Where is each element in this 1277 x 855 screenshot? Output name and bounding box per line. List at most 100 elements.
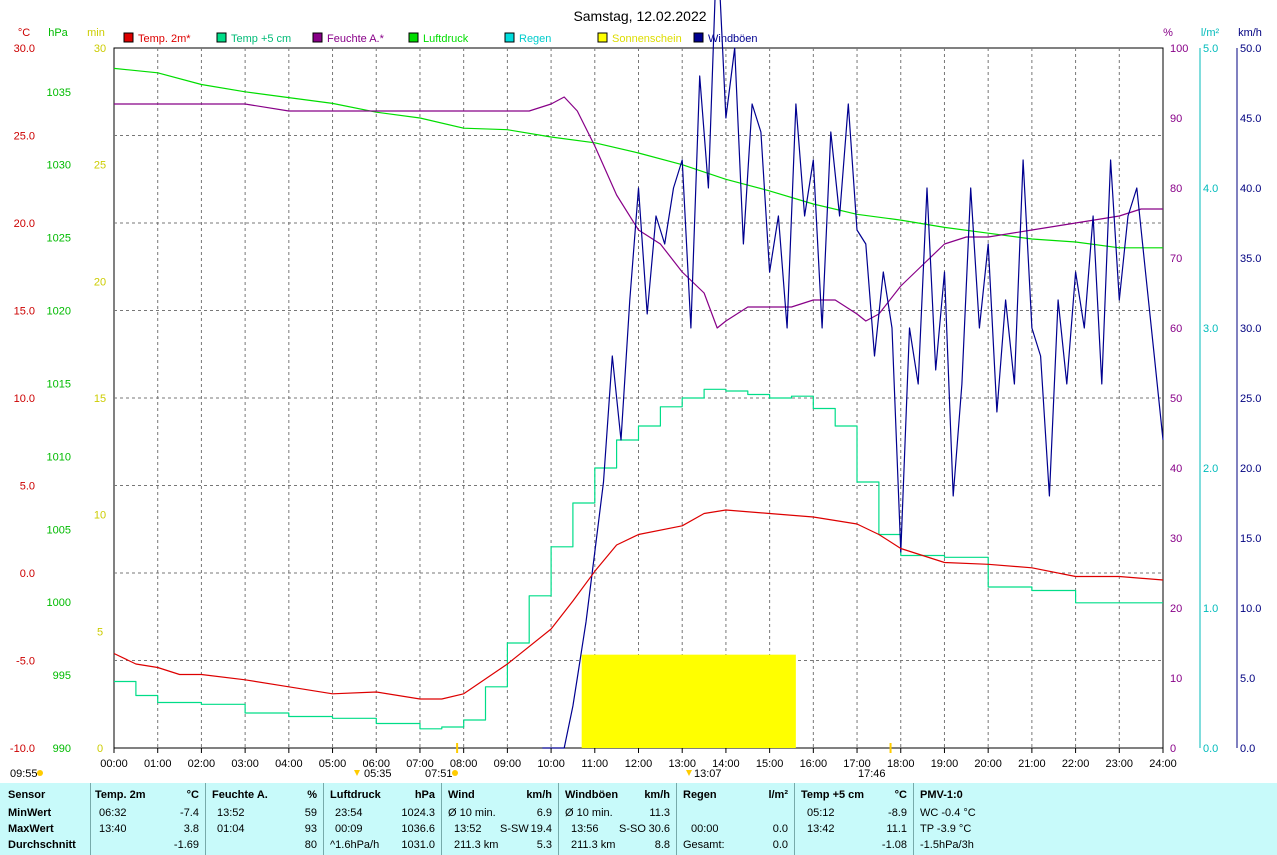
gust-max-time: 13:56 bbox=[571, 823, 599, 835]
wind-axis-tick-label: 5.0 bbox=[1240, 673, 1255, 685]
time-axis-label: 09:00 bbox=[494, 758, 522, 770]
row-label-max: MaxWert bbox=[8, 823, 54, 835]
gust-max-dir: S-SO bbox=[619, 823, 646, 835]
chart-title: Samstag, 12.02.2022 bbox=[573, 8, 706, 24]
gust-max-value: 30.6 bbox=[648, 823, 670, 835]
header-sensor: Sensor bbox=[8, 789, 46, 801]
stats-col-temp: Temp. 2m °C 06:32 -7.4 13:40 3.8 -1.69 bbox=[91, 783, 205, 855]
wind-max-time: 13:52 bbox=[454, 823, 482, 835]
legend-swatch bbox=[216, 32, 227, 43]
time-axis-label: 22:00 bbox=[1062, 758, 1090, 770]
rain-axis-unit: l/m² bbox=[1201, 27, 1220, 39]
header-temp5: Temp +5 cm bbox=[801, 789, 865, 801]
time-axis-label: 04:00 bbox=[275, 758, 303, 770]
stats-col-rain: Regen l/m² 00:00 0.0 Gesamt: 0.0 bbox=[677, 783, 794, 855]
header-temp-unit: °C bbox=[186, 789, 199, 801]
wind-avg10-value: 6.9 bbox=[536, 807, 552, 819]
temp-axis-tick-label: 0.0 bbox=[20, 568, 35, 580]
t5-min-time: 05:12 bbox=[807, 807, 835, 819]
time-axis-label: 15:00 bbox=[756, 758, 784, 770]
sun-axis-tick-label: 20 bbox=[94, 276, 106, 288]
legend-swatch bbox=[693, 32, 704, 43]
wind-axis-unit: km/h bbox=[1238, 27, 1262, 39]
wind-axis-tick-label: 15.0 bbox=[1240, 533, 1261, 545]
header-gust-unit: km/h bbox=[644, 789, 670, 801]
rain-total-value: 0.0 bbox=[772, 839, 788, 851]
rain-axis-tick-label: 4.0 bbox=[1203, 183, 1218, 195]
legend-swatch bbox=[408, 32, 419, 43]
sunset-label: 17:46 bbox=[858, 768, 886, 780]
stats-col-humidity: Feuchte A. % 13:52 59 01:04 93 80 bbox=[206, 783, 323, 855]
humidity-axis-tick-label: 0 bbox=[1170, 743, 1176, 755]
row-label-avg: Durchschnitt bbox=[8, 839, 76, 851]
stats-col-temp5: Temp +5 cm °C 05:12 -8.9 13:42 11.1 -1.0… bbox=[795, 783, 913, 855]
temp-axis-tick-label: -10.0 bbox=[10, 743, 35, 755]
temp-min-marker-label: 05:35 bbox=[364, 768, 392, 780]
pressure-axis-tick-label: 1025 bbox=[47, 233, 71, 245]
time-axis-label: 23:00 bbox=[1106, 758, 1134, 770]
temp-axis-tick-label: 15.0 bbox=[14, 306, 35, 318]
humidity-axis-tick-label: 80 bbox=[1170, 183, 1182, 195]
header-pressure-unit: hPa bbox=[414, 789, 435, 801]
stats-col-wind: Wind km/h Ø 10 min. 6.9 13:52 S-SW 19.4 … bbox=[442, 783, 558, 855]
stats-col-pressure: Luftdruck hPa 23:54 1024.3 00:09 1036.6 … bbox=[324, 783, 441, 855]
time-axis-label: 10:00 bbox=[537, 758, 565, 770]
hum-min-value: 59 bbox=[304, 807, 317, 819]
humidity-axis-tick-label: 50 bbox=[1170, 393, 1182, 405]
wind-distance: 211.3 km bbox=[454, 839, 499, 851]
sunshine-bars bbox=[581, 654, 796, 748]
legend-swatch bbox=[123, 32, 134, 43]
temp-axis-tick-label: 10.0 bbox=[14, 393, 35, 405]
rain-axis-tick-label: 2.0 bbox=[1203, 463, 1218, 475]
sunrise-label: 07:51 bbox=[425, 768, 453, 780]
legend-swatch bbox=[504, 32, 515, 43]
press-trend: ^1.6hPa/h bbox=[330, 839, 380, 851]
time-axis-label: 00:00 bbox=[100, 758, 128, 770]
time-axis-label: 19:00 bbox=[931, 758, 959, 770]
press-min-time: 23:54 bbox=[335, 807, 363, 819]
wind-avg-label: Ø 10 min. bbox=[448, 807, 496, 819]
rain-max-time: 00:00 bbox=[691, 823, 719, 835]
humidity-axis-tick-label: 70 bbox=[1170, 253, 1182, 265]
sunshine-bar bbox=[581, 654, 796, 748]
stats-col-pmv: PMV-1:0 WC -0.4 °C TP -3.9 °C -1.5hPa/3h bbox=[914, 783, 1034, 855]
time-axis-label: 24:00 bbox=[1149, 758, 1177, 770]
sun-axis-tick-label: 15 bbox=[94, 393, 106, 405]
gust-avg-label: Ø 10 min. bbox=[565, 807, 613, 819]
gust-avg-value: 8.8 bbox=[654, 839, 670, 851]
header-wind: Wind bbox=[448, 789, 475, 801]
left-time-label: 09:55 bbox=[10, 768, 38, 780]
rain-total-label: Gesamt: bbox=[683, 839, 725, 851]
t5-max-time: 13:42 bbox=[807, 823, 835, 835]
temp-min-time: 06:32 bbox=[99, 807, 127, 819]
humidity-axis-tick-label: 60 bbox=[1170, 323, 1182, 335]
rain-axis-tick-label: 3.0 bbox=[1203, 323, 1218, 335]
rain-axis-tick-label: 0.0 bbox=[1203, 743, 1218, 755]
temp-max-marker-label: 13:07 bbox=[694, 768, 722, 780]
legend-swatch bbox=[597, 32, 608, 43]
wind-max-value: 19.4 bbox=[530, 823, 552, 835]
pressure-axis-tick-label: 1030 bbox=[47, 160, 71, 172]
t5-max-value: 11.1 bbox=[886, 823, 907, 835]
time-axis-label: 21:00 bbox=[1018, 758, 1046, 770]
temp-axis-tick-label: 25.0 bbox=[14, 131, 35, 143]
wind-axis-tick-label: 50.0 bbox=[1240, 43, 1261, 55]
stats-col-gust: Windböen km/h Ø 10 min. 11.3 13:56 S-SO … bbox=[559, 783, 676, 855]
header-rain-unit: l/m² bbox=[768, 789, 788, 801]
pressure-axis-tick-label: 990 bbox=[53, 743, 71, 755]
sun-axis-tick-label: 25 bbox=[94, 160, 106, 172]
hum-min-time: 13:52 bbox=[217, 807, 245, 819]
wind-axis-tick-label: 35.0 bbox=[1240, 253, 1261, 265]
header-temp: Temp. 2m bbox=[95, 789, 146, 801]
humidity-axis-tick-label: 100 bbox=[1170, 43, 1188, 55]
sun-dot bbox=[37, 770, 43, 776]
sun-axis-tick-label: 0 bbox=[97, 743, 103, 755]
gust-distance: 211.3 km bbox=[571, 839, 616, 851]
pmv-windchill: WC -0.4 °C bbox=[920, 807, 976, 819]
hum-max-time: 01:04 bbox=[217, 823, 245, 835]
header-temp5-unit: °C bbox=[894, 789, 907, 801]
header-pmv: PMV-1:0 bbox=[920, 789, 963, 801]
wind-axis-tick-label: 25.0 bbox=[1240, 393, 1261, 405]
rain-axis-tick-label: 5.0 bbox=[1203, 43, 1218, 55]
sun-axis-tick-label: 5 bbox=[97, 626, 103, 638]
